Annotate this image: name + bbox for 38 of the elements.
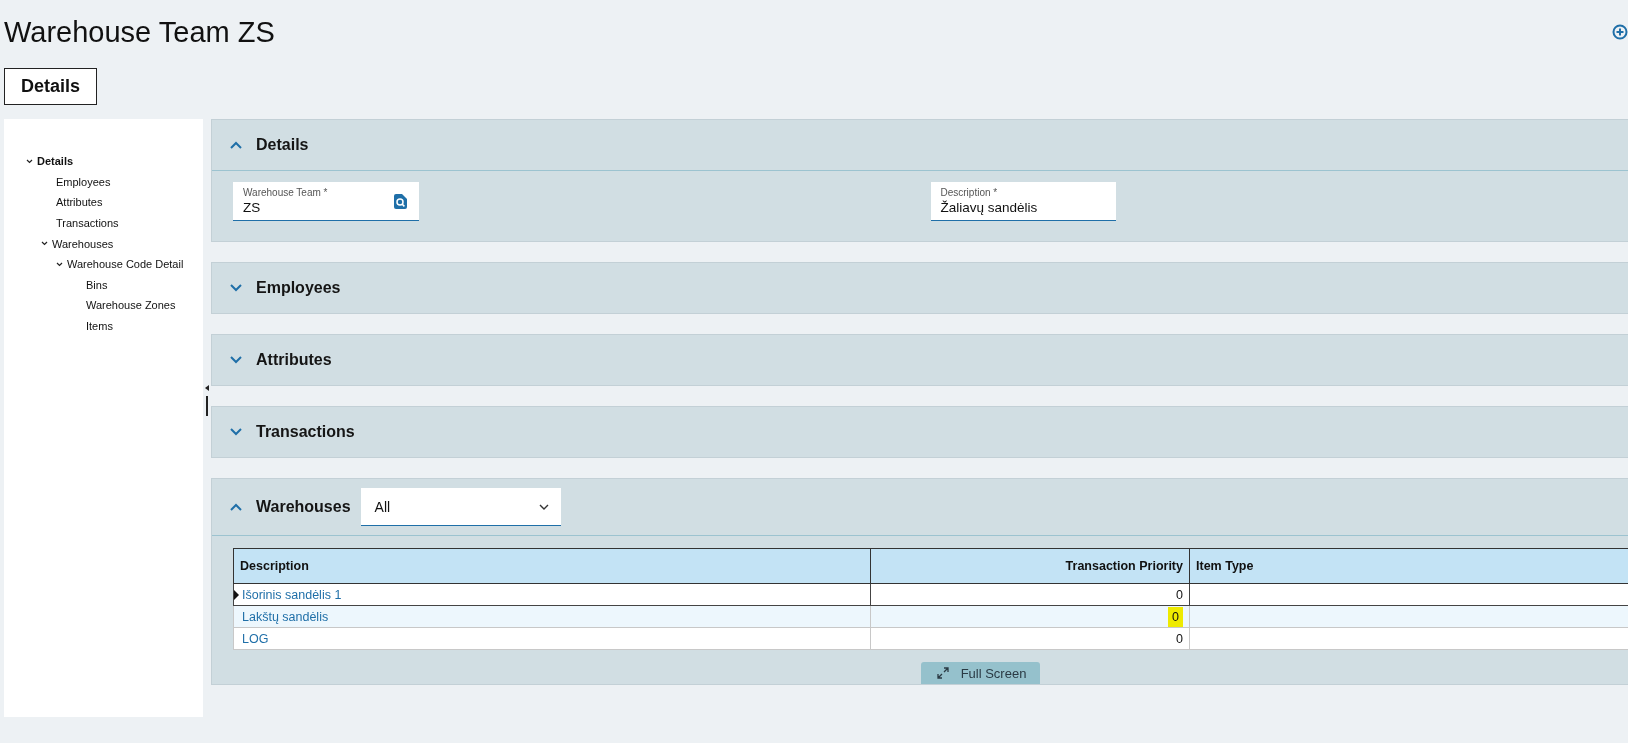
tree-item[interactable]: Transactions [56, 217, 119, 230]
tree-item[interactable]: Warehouses [52, 237, 114, 250]
row-pointer-icon [234, 590, 239, 600]
input-field[interactable]: Description * Žaliavų sandėlis [930, 182, 1116, 221]
splitter-handle[interactable] [206, 396, 208, 416]
column-header[interactable]: Transaction Priority [870, 548, 1190, 584]
section-title[interactable]: Employees [256, 279, 341, 297]
table-cell: 0 [1168, 606, 1183, 627]
tree-item[interactable]: Items [86, 320, 113, 333]
tree-item[interactable]: Employees [56, 175, 111, 188]
section-title[interactable]: Details [256, 136, 309, 154]
table-cell: 0 [1176, 587, 1183, 602]
section-title[interactable]: Transactions [256, 423, 355, 441]
tree-item[interactable]: Attributes [56, 196, 103, 209]
row-link[interactable]: Išorinis sandėlis 1 [242, 587, 342, 602]
search-icon[interactable] [393, 193, 407, 209]
page-title: Warehouse Team ZS [4, 15, 275, 49]
details-tab[interactable]: Details [4, 68, 98, 105]
row-link[interactable]: LOG [242, 631, 269, 646]
tree-item[interactable]: Bins [86, 278, 108, 291]
filter-dropdown[interactable]: All [360, 488, 561, 526]
row-link[interactable]: Lakštų sandėlis [242, 609, 329, 624]
section-title[interactable]: Warehouses [256, 498, 351, 516]
input-field[interactable]: Warehouse Team * ZS [233, 182, 419, 221]
chevron-icon[interactable] [26, 158, 33, 164]
tree-item[interactable]: Warehouse Code Detail [67, 258, 184, 271]
full-screen-button[interactable]: Full Screen [920, 662, 1041, 684]
chevron-icon[interactable] [56, 261, 63, 267]
section-title[interactable]: Attributes [256, 351, 332, 369]
table-cell: 0 [1176, 631, 1183, 646]
column-header[interactable]: Description [233, 548, 871, 584]
expand-icon [936, 667, 949, 679]
column-header[interactable]: Item Type [1189, 548, 1628, 584]
tree-item[interactable]: Details [37, 155, 74, 168]
chevron-icon[interactable] [41, 241, 48, 247]
tree-item[interactable]: Warehouse Zones [86, 299, 176, 312]
add-icon[interactable] [1612, 24, 1628, 40]
chevron-down-icon [538, 503, 549, 510]
